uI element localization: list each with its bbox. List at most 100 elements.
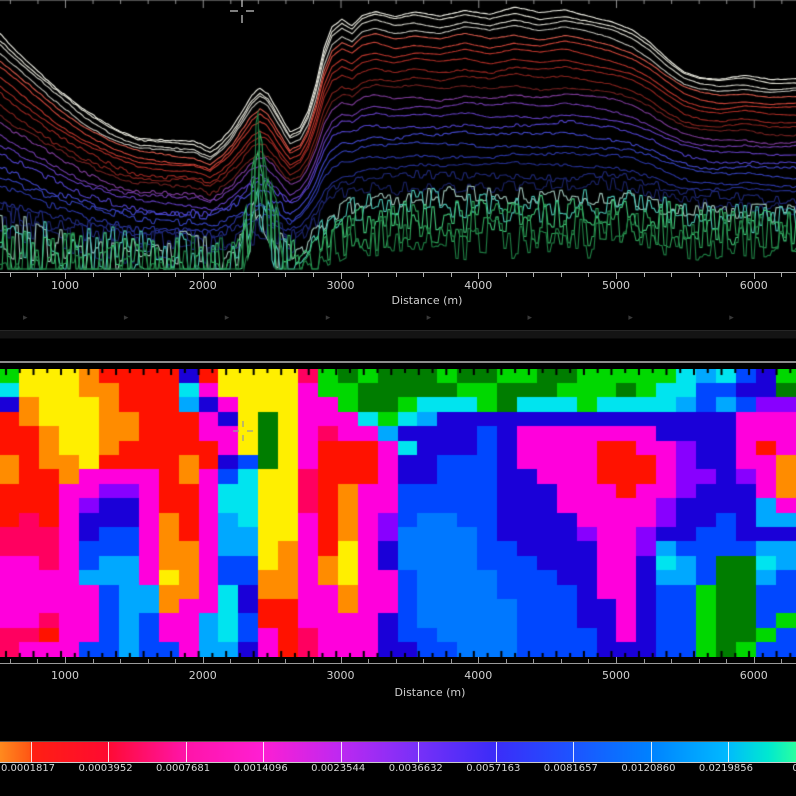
colorbar-value-label: 0.0036632 bbox=[389, 763, 443, 774]
x-axis-minor-tick bbox=[10, 273, 11, 277]
x-axis-minor-tick bbox=[423, 273, 424, 277]
x-axis-minor-tick bbox=[726, 659, 727, 663]
x-tick-label: 3000 bbox=[327, 669, 355, 682]
panel-separator-band bbox=[0, 330, 796, 339]
x-axis-minor-tick bbox=[396, 659, 397, 663]
colorbar-separator bbox=[651, 742, 652, 762]
colorbar-value-label: 0.0219856 bbox=[699, 763, 753, 774]
x-axis-minor-tick bbox=[506, 659, 507, 663]
profile-chart-canvas[interactable] bbox=[0, 0, 796, 272]
x-axis-minor-tick bbox=[175, 659, 176, 663]
crosshair-cursor bbox=[230, 0, 254, 23]
x-axis-minor-tick bbox=[258, 659, 259, 663]
x-tick-label: 6000 bbox=[740, 279, 768, 292]
crosshair-cursor-secondary bbox=[233, 421, 253, 441]
x-axis-major-tick bbox=[65, 657, 66, 663]
colorbar-separator bbox=[263, 742, 264, 762]
colorbar-separator bbox=[31, 742, 32, 762]
x-axis-minor-tick bbox=[644, 659, 645, 663]
x-axis-minor-tick bbox=[423, 659, 424, 663]
x-tick-label: 4000 bbox=[464, 279, 492, 292]
x-axis-major-tick bbox=[341, 657, 342, 663]
x-axis-minor-tick bbox=[37, 273, 38, 277]
section-heatmap-canvas[interactable] bbox=[0, 369, 796, 657]
x-axis-minor-tick bbox=[230, 659, 231, 663]
x-axis-minor-tick bbox=[671, 659, 672, 663]
colorbar-value-label: 0.0057163 bbox=[466, 763, 520, 774]
geophysics-viewer: { "chart_data": [ { "type": "line", "tit… bbox=[0, 0, 796, 796]
colorbar-separator bbox=[728, 742, 729, 762]
x-tick-label: 2000 bbox=[189, 279, 217, 292]
x-axis-minor-tick bbox=[148, 273, 149, 277]
x-axis-minor-tick bbox=[230, 273, 231, 277]
x-axis-minor-tick bbox=[644, 273, 645, 277]
x-axis-minor-tick bbox=[285, 273, 286, 277]
fiducial-marker-icon: ▸ bbox=[326, 314, 331, 323]
x-tick-label: 1000 bbox=[51, 669, 79, 682]
x-axis-minor-tick bbox=[120, 659, 121, 663]
x-tick-label: 5000 bbox=[602, 279, 630, 292]
fiducial-marker-icon: ▸ bbox=[427, 314, 432, 323]
x-axis-minor-tick bbox=[120, 273, 121, 277]
colorbar-value-label: 0.0001817 bbox=[1, 763, 55, 774]
colorbar-separator bbox=[496, 742, 497, 762]
x-axis-minor-tick bbox=[258, 273, 259, 277]
x-axis-minor-tick bbox=[699, 273, 700, 277]
section-x-axis-title: Distance (m) bbox=[395, 686, 466, 699]
x-axis-minor-tick bbox=[561, 273, 562, 277]
fiducial-marker-icon: ▸ bbox=[528, 314, 533, 323]
x-axis-minor-tick bbox=[451, 273, 452, 277]
x-axis-minor-tick bbox=[148, 659, 149, 663]
x-axis-minor-tick bbox=[533, 659, 534, 663]
colorbar-value-label: 0.0007681 bbox=[156, 763, 210, 774]
x-axis-minor-tick bbox=[561, 659, 562, 663]
x-axis-minor-tick bbox=[451, 659, 452, 663]
x-axis-minor-tick bbox=[313, 273, 314, 277]
x-tick-label: 1000 bbox=[51, 279, 79, 292]
x-tick-label: 3000 bbox=[327, 279, 355, 292]
x-axis-minor-tick bbox=[396, 273, 397, 277]
x-axis-minor-tick bbox=[175, 273, 176, 277]
fiducial-marker-row: ▸ ▸ ▸ ▸ ▸ ▸ ▸ ▸ bbox=[0, 312, 796, 324]
section-panel bbox=[0, 369, 796, 657]
fiducial-marker-icon: ▸ bbox=[225, 314, 230, 323]
profile-panel bbox=[0, 0, 796, 272]
x-axis-minor-tick bbox=[368, 273, 369, 277]
colorbar-value-label: 0.0003952 bbox=[79, 763, 133, 774]
x-tick-label: 2000 bbox=[189, 669, 217, 682]
x-axis-minor-tick bbox=[781, 659, 782, 663]
x-axis-major-tick bbox=[616, 657, 617, 663]
x-axis-minor-tick bbox=[37, 659, 38, 663]
x-axis-minor-tick bbox=[671, 273, 672, 277]
x-axis-minor-tick bbox=[93, 659, 94, 663]
x-axis-minor-tick bbox=[313, 659, 314, 663]
x-axis-minor-tick bbox=[781, 273, 782, 277]
x-axis-minor-tick bbox=[533, 273, 534, 277]
colorbar-separator bbox=[341, 742, 342, 762]
x-axis-minor-tick bbox=[588, 273, 589, 277]
colorbar-separator bbox=[418, 742, 419, 762]
x-tick-label: 6000 bbox=[740, 669, 768, 682]
x-axis-major-tick bbox=[478, 657, 479, 663]
colorbar-value-label: 0.0120860 bbox=[621, 763, 675, 774]
colorbar-separator bbox=[573, 742, 574, 762]
x-tick-label: 4000 bbox=[464, 669, 492, 682]
colorbar-labels: 0.00018170.00039520.00076810.00140960.00… bbox=[0, 763, 796, 777]
x-axis-major-tick bbox=[754, 657, 755, 663]
fiducial-marker-icon: ▸ bbox=[124, 314, 129, 323]
x-axis-minor-tick bbox=[699, 659, 700, 663]
profile-x-axis-title: Distance (m) bbox=[392, 294, 463, 307]
colorbar-legend[interactable] bbox=[0, 741, 796, 763]
x-axis-minor-tick bbox=[368, 659, 369, 663]
x-axis-minor-tick bbox=[10, 659, 11, 663]
x-axis-minor-tick bbox=[285, 659, 286, 663]
colorbar-value-label: 0.05 bbox=[792, 763, 796, 774]
fiducial-marker-icon: ▸ bbox=[729, 314, 734, 323]
x-tick-label: 5000 bbox=[602, 669, 630, 682]
x-axis-major-tick bbox=[203, 657, 204, 663]
fiducial-marker-icon: ▸ bbox=[628, 314, 633, 323]
section-top-rule bbox=[0, 361, 796, 363]
colorbar-separator bbox=[186, 742, 187, 762]
fiducial-marker-icon: ▸ bbox=[23, 314, 28, 323]
x-axis-minor-tick bbox=[726, 273, 727, 277]
